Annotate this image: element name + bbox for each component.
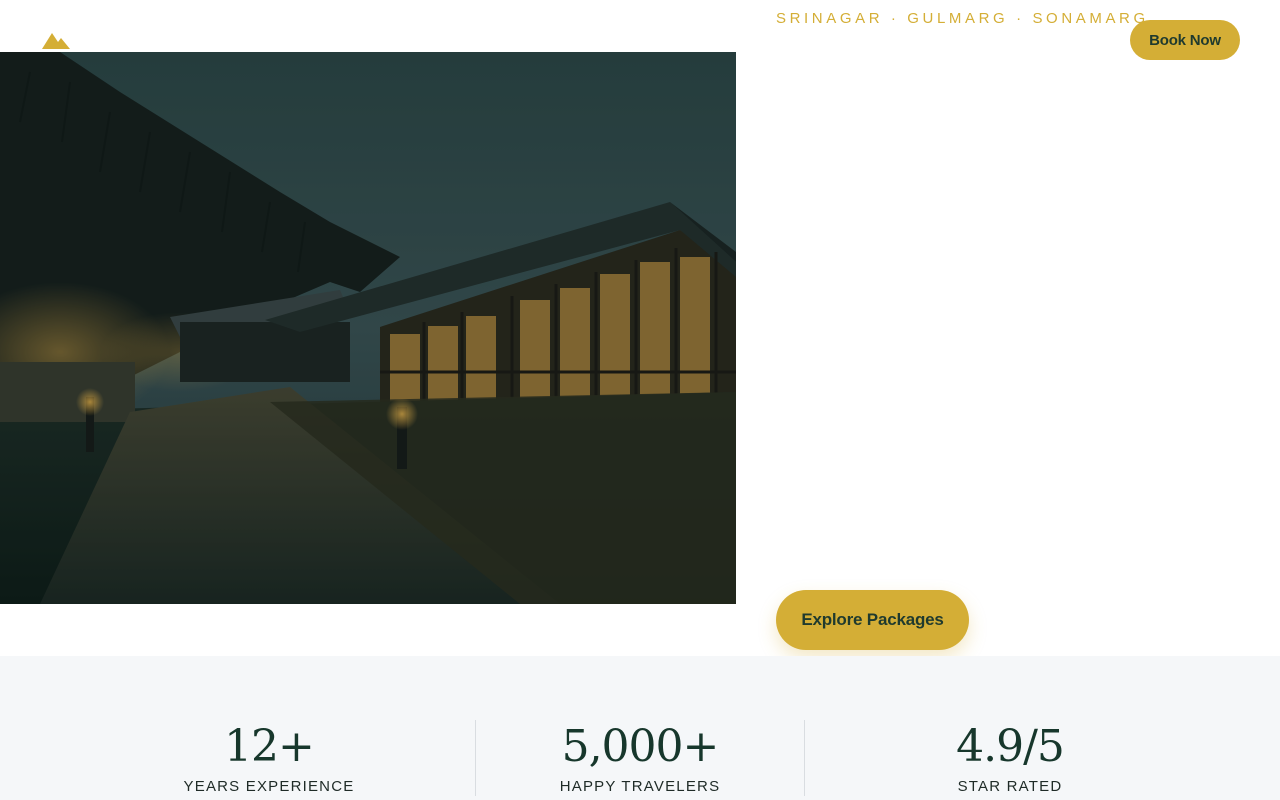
stat-star-rated: 4.9/5 STAR RATED [910, 720, 1110, 795]
mountain-logo-icon[interactable] [41, 30, 71, 50]
stats-section: 12+ YEARS EXPERIENCE 5,000+ HAPPY TRAVEL… [0, 656, 1280, 800]
stat-happy-travelers: 5,000+ HAPPY TRAVELERS [540, 720, 740, 795]
stat-divider [475, 720, 476, 796]
stat-value: 4.9/5 [956, 721, 1065, 772]
hero-image [0, 52, 736, 604]
stat-value: 12+ [224, 721, 315, 772]
destinations-tagline: SRINAGAR · GULMARG · SONAMARG [776, 10, 1149, 27]
stat-label: HAPPY TRAVELERS [559, 778, 721, 795]
book-now-button[interactable]: Book Now [1130, 20, 1240, 60]
stat-label: STAR RATED [957, 778, 1063, 795]
stat-label: YEARS EXPERIENCE [183, 778, 355, 795]
stat-value: 5,000+ [561, 721, 720, 772]
stat-years-experience: 12+ YEARS EXPERIENCE [169, 720, 369, 795]
explore-packages-button[interactable]: Explore Packages [776, 590, 969, 650]
stat-divider [804, 720, 805, 796]
